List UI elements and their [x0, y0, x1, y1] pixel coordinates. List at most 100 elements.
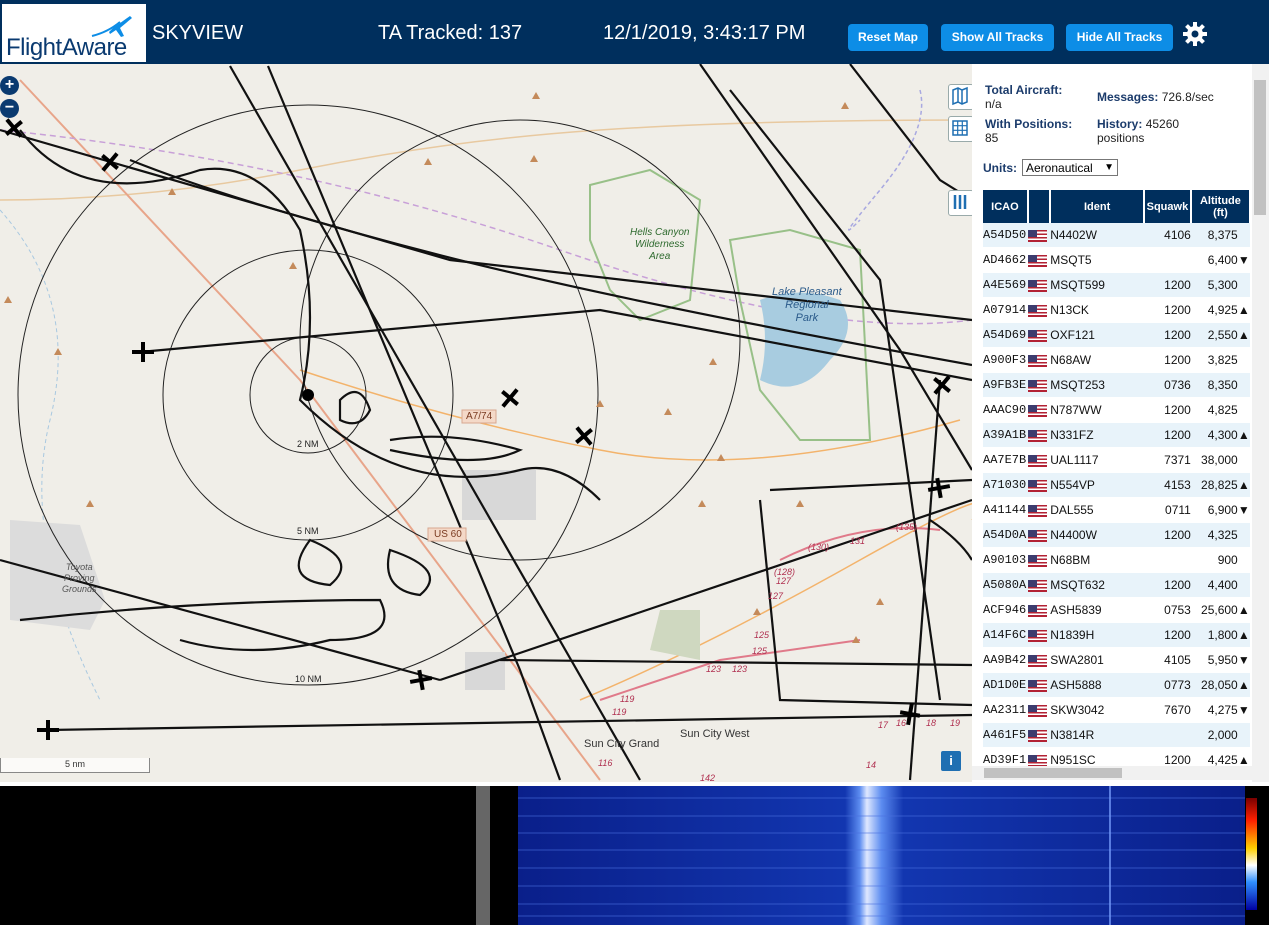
sidebar-scrollbar[interactable]: [1252, 64, 1269, 782]
history-stat: History: 45260 positions: [1097, 117, 1180, 145]
altitude-trend-icon: [1237, 722, 1250, 748]
ident-cell: N3814R: [1050, 722, 1144, 748]
zoom-in-button[interactable]: +: [0, 76, 19, 95]
ident-cell: MSQT5: [1050, 247, 1144, 273]
reset-map-button[interactable]: Reset Map: [848, 24, 928, 51]
col-squawk[interactable]: Squawk: [1143, 190, 1192, 223]
icao-cell: A900F3: [983, 347, 1028, 373]
table-row[interactable]: A07914 N13CK 1200 4,925 ▲: [983, 297, 1250, 323]
ident-cell: N1839H: [1050, 622, 1144, 648]
ident-cell: SWA2801: [1050, 647, 1144, 673]
road-number: 14: [866, 760, 877, 770]
us-flag-icon: [1027, 447, 1051, 473]
icao-cell: A14F6C: [983, 622, 1028, 648]
columns-toggle-icon[interactable]: [948, 190, 972, 216]
table-row[interactable]: AAAC90 N787WW 1200 4,825: [983, 397, 1250, 423]
altitude-trend-icon: [1237, 272, 1250, 298]
table-row[interactable]: A54D0A N4400W 1200 4,325: [983, 522, 1250, 548]
aircraft-sidebar: Total Aircraft: n/a Messages: 726.8/sec W…: [972, 64, 1252, 782]
place-label-lake-pleasant: Lake Pleasant Regional Park: [772, 286, 842, 324]
map-canvas[interactable]: [0, 64, 972, 782]
road-number: 125: [754, 630, 770, 640]
table-row[interactable]: A461F5 N3814R 2,000: [983, 722, 1250, 748]
icao-cell: AD1D0E: [983, 672, 1028, 698]
scrollbar-thumb[interactable]: [1254, 80, 1266, 215]
altitude-cell: 4,325: [1190, 522, 1238, 548]
table-row[interactable]: A41144 DAL555 0711 6,900 ▼: [983, 497, 1250, 523]
table-row[interactable]: AD4662 MSQT5 6,400 ▼: [983, 247, 1250, 273]
table-row[interactable]: A90103 N68BM 900: [983, 547, 1250, 573]
hide-all-tracks-button[interactable]: Hide All Tracks: [1066, 24, 1173, 51]
table-row[interactable]: A4E569 MSQT599 1200 5,300: [983, 272, 1250, 298]
map-view[interactable]: 2 NM 5 NM 10 NM A7/74 US 60 Hells Canyon…: [0, 64, 972, 782]
table-row[interactable]: AA7E7B UAL1117 7371 38,000: [983, 447, 1250, 473]
table-row[interactable]: A39A1B N331FZ 1200 4,300 ▲: [983, 422, 1250, 448]
us-flag-icon: [1027, 722, 1051, 748]
altitude-cell: 5,300: [1190, 272, 1238, 298]
altitude-trend-icon: ▲: [1237, 672, 1250, 698]
table-row[interactable]: A54D50 N4402W 4106 8,375: [983, 223, 1250, 248]
gear-icon[interactable]: [1181, 20, 1209, 48]
squawk-cell: 4153: [1143, 472, 1191, 498]
table-row[interactable]: AA2311 SKW3042 7670 4,275 ▼: [983, 697, 1250, 723]
show-all-tracks-button[interactable]: Show All Tracks: [941, 24, 1054, 51]
table-row[interactable]: A14F6C N1839H 1200 1,800 ▲: [983, 622, 1250, 648]
grid-toggle-icon[interactable]: [948, 116, 972, 142]
road-number: 127: [776, 576, 792, 586]
altitude-trend-icon: ▲: [1237, 622, 1250, 648]
road-label: A7/74: [466, 411, 493, 422]
col-ident[interactable]: Ident: [1050, 190, 1145, 223]
table-row[interactable]: A71030 N554VP 4153 28,825 ▲: [983, 472, 1250, 498]
table-row[interactable]: AD1D0E ASH5888 0773 28,050 ▲: [983, 672, 1250, 698]
col-icao[interactable]: ICAO: [983, 190, 1029, 223]
map-scale-bar: 5 nm: [0, 758, 150, 773]
icao-cell: A54D50: [983, 223, 1028, 248]
road-number: 123: [732, 664, 748, 674]
altitude-trend-icon: [1237, 223, 1250, 248]
altitude-trend-icon: ▲: [1237, 422, 1250, 448]
scrollbar-thumb[interactable]: [984, 768, 1122, 778]
icao-cell: AAAC90: [983, 397, 1028, 423]
altitude-cell: 28,825: [1190, 472, 1238, 498]
table-row[interactable]: AA9B42 SWA2801 4105 5,950 ▼: [983, 647, 1250, 673]
squawk-cell: 0773: [1143, 672, 1191, 698]
with-positions-stat: With Positions: 85: [985, 117, 1073, 145]
place-label-hells-canyon: Hells Canyon Wilderness Area: [630, 227, 690, 262]
panel-divider[interactable]: [476, 786, 490, 925]
color-scale-legend: [1246, 798, 1257, 910]
us-flag-icon: [1027, 272, 1051, 298]
ident-cell: N787WW: [1050, 397, 1144, 423]
us-flag-icon: [1027, 372, 1051, 398]
us-flag-icon: [1027, 547, 1051, 573]
table-row[interactable]: A5080A MSQT632 1200 4,400: [983, 572, 1250, 598]
units-select[interactable]: Aeronautical ▼: [1022, 159, 1118, 176]
table-row[interactable]: A9FB3E MSQT253 0736 8,350: [983, 372, 1250, 398]
ident-cell: ASH5888: [1050, 672, 1144, 698]
zoom-out-button[interactable]: −: [0, 99, 19, 118]
icao-cell: AA9B42: [983, 647, 1028, 673]
col-flag[interactable]: [1027, 190, 1052, 223]
road-number: 123: [706, 664, 722, 674]
flightaware-logo[interactable]: FlightAware: [2, 4, 146, 62]
altitude-cell: 5,950: [1190, 647, 1238, 673]
map-layers-icon[interactable]: [948, 84, 972, 110]
icao-cell: A5080A: [983, 572, 1028, 598]
squawk-cell: 4106: [1143, 223, 1191, 248]
table-row[interactable]: A900F3 N68AW 1200 3,825: [983, 347, 1250, 373]
squawk-cell: 1200: [1143, 272, 1191, 298]
us-flag-icon: [1027, 247, 1051, 273]
table-horizontal-scrollbar[interactable]: [972, 766, 1252, 780]
altitude-trend-icon: [1237, 547, 1250, 573]
squawk-cell: 4105: [1143, 647, 1191, 673]
info-icon[interactable]: i: [941, 751, 961, 771]
altitude-cell: 4,925: [1190, 297, 1238, 323]
place-label-sun-city-west: Sun City West: [680, 728, 750, 740]
col-altitude[interactable]: Altitude (ft): [1190, 190, 1252, 223]
table-row[interactable]: ACF946 ASH5839 0753 25,600 ▲: [983, 597, 1250, 623]
altitude-trend-icon: ▲: [1237, 472, 1250, 498]
ident-cell: ASH5839: [1050, 597, 1144, 623]
table-row[interactable]: A54D69 OXF121 1200 2,550 ▲: [983, 322, 1250, 348]
altitude-trend-icon: [1237, 347, 1250, 373]
ident-cell: SKW3042: [1050, 697, 1144, 723]
road-number: 119: [620, 694, 635, 704]
